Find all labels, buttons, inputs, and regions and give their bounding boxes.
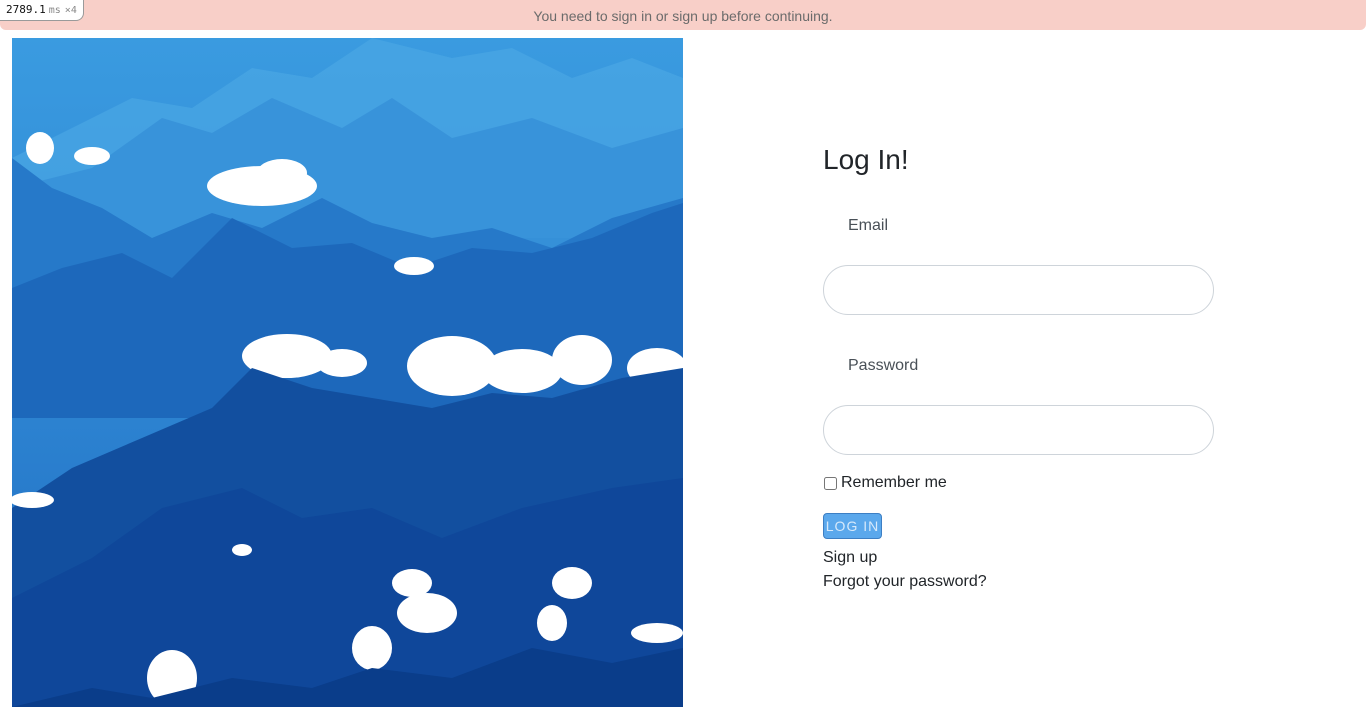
login-form: Log In! Email Password Remember me LOG I… xyxy=(823,140,1215,594)
password-field[interactable] xyxy=(823,405,1214,455)
remember-me-checkbox[interactable] xyxy=(824,476,837,490)
page-title: Log In! xyxy=(823,144,909,175)
forgot-password-link[interactable]: Forgot your password? xyxy=(823,570,1215,594)
perf-unit: ms xyxy=(48,5,61,16)
perf-value: 2789.1 xyxy=(6,3,46,16)
mountain-landscape-image xyxy=(12,38,683,707)
flash-alert: You need to sign in or sign up before co… xyxy=(0,0,1366,30)
email-label: Email xyxy=(848,217,889,234)
flash-message: You need to sign in or sign up before co… xyxy=(533,8,833,24)
performance-timer-badge[interactable]: 2789.1 ms ×4 xyxy=(0,0,84,21)
auth-links: Sign up Forgot your password? xyxy=(823,546,1215,594)
password-label: Password xyxy=(848,357,919,374)
remember-me-label[interactable]: Remember me xyxy=(841,474,947,492)
login-button[interactable]: LOG IN xyxy=(823,513,882,539)
hero-image xyxy=(12,38,683,707)
perf-count: ×4 xyxy=(64,5,77,16)
sign-up-link[interactable]: Sign up xyxy=(823,546,1215,570)
remember-me-row: Remember me xyxy=(823,474,1215,492)
email-field[interactable] xyxy=(823,265,1214,315)
